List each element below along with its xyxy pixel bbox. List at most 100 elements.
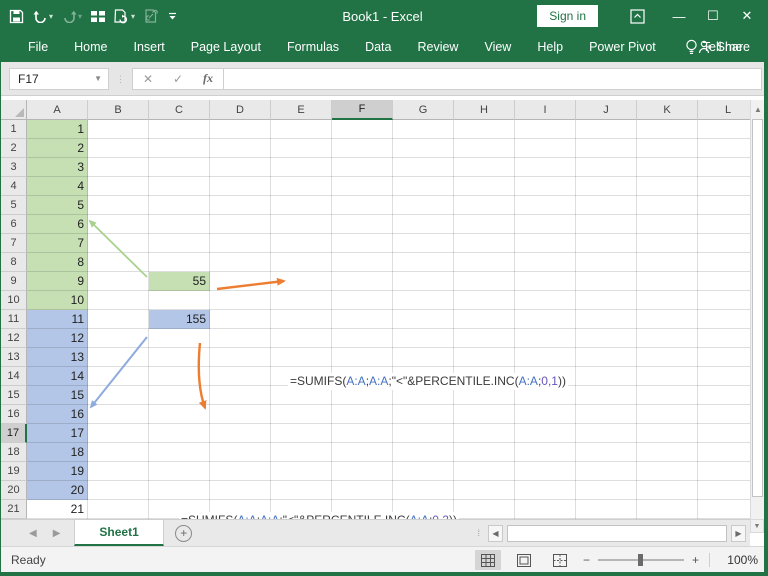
sheet-tab-sheet1[interactable]: Sheet1 bbox=[74, 520, 164, 546]
scroll-down-icon[interactable]: ▼ bbox=[750, 519, 764, 533]
cell-a2[interactable]: 2 bbox=[27, 139, 88, 158]
column-header-j[interactable]: J bbox=[576, 100, 637, 120]
row-header-5[interactable]: 5 bbox=[1, 196, 27, 215]
zoom-slider[interactable] bbox=[597, 554, 684, 566]
column-header-k[interactable]: K bbox=[637, 100, 698, 120]
new-sheet-button[interactable]: + bbox=[164, 520, 204, 546]
normal-view-button[interactable] bbox=[474, 550, 501, 570]
cell-a10[interactable]: 10 bbox=[27, 291, 88, 310]
cell-a9[interactable]: 9 bbox=[27, 272, 88, 291]
row-header-20[interactable]: 20 bbox=[1, 481, 27, 500]
spreadsheet-grid[interactable]: ABCDEFGHIJKL 1 2 3 4 5 6 7 8 9 10 11 12 13 14 15 16 17 18… bbox=[1, 100, 764, 546]
insert-function-icon[interactable]: fx bbox=[193, 71, 223, 86]
tab-home[interactable]: Home bbox=[61, 32, 120, 62]
row-header-3[interactable]: 3 bbox=[1, 158, 27, 177]
cell-a20[interactable]: 20 bbox=[27, 481, 88, 500]
row-header-17[interactable]: 17 bbox=[1, 424, 27, 443]
tab-share[interactable]: Share bbox=[698, 32, 750, 62]
tab-page-layout[interactable]: Page Layout bbox=[178, 32, 274, 62]
tab-power-pivot[interactable]: Power Pivot bbox=[576, 32, 669, 62]
row-header-9[interactable]: 9 bbox=[1, 272, 27, 291]
row-header-19[interactable]: 19 bbox=[1, 462, 27, 481]
row-header-13[interactable]: 13 bbox=[1, 348, 27, 367]
row-header-4[interactable]: 4 bbox=[1, 177, 27, 196]
cell-c11[interactable]: 155 bbox=[149, 310, 210, 329]
cancel-icon[interactable]: ✕ bbox=[133, 72, 163, 86]
scroll-left-icon[interactable]: ◀ bbox=[488, 524, 503, 542]
row-header-21[interactable]: 21 bbox=[1, 500, 27, 519]
cell-a21[interactable]: 21 bbox=[27, 500, 88, 519]
zoom-in-icon[interactable]: + bbox=[692, 553, 699, 567]
row-header-7[interactable]: 7 bbox=[1, 234, 27, 253]
cell-a3[interactable]: 3 bbox=[27, 158, 88, 177]
horizontal-scroll-thumb[interactable] bbox=[507, 524, 727, 542]
cell-a6[interactable]: 6 bbox=[27, 215, 88, 234]
column-header-g[interactable]: G bbox=[393, 100, 454, 120]
cell-a11[interactable]: 11 bbox=[27, 310, 88, 329]
row-header-14[interactable]: 14 bbox=[1, 367, 27, 386]
row-header-12[interactable]: 12 bbox=[1, 329, 27, 348]
row-header-8[interactable]: 8 bbox=[1, 253, 27, 272]
sheet-nav-left-icon[interactable]: ◀ bbox=[29, 528, 37, 539]
enter-icon[interactable]: ✓ bbox=[163, 72, 193, 86]
formula-bar-handle[interactable]: ⋮ bbox=[116, 74, 125, 83]
ribbon-display-options-icon[interactable] bbox=[620, 0, 654, 32]
sheet-nav-right-icon[interactable]: ▶ bbox=[53, 528, 61, 539]
column-header-d[interactable]: D bbox=[210, 100, 271, 120]
cell-a12[interactable]: 12 bbox=[27, 329, 88, 348]
tab-data[interactable]: Data bbox=[352, 32, 404, 62]
vertical-scrollbar[interactable]: ▲ bbox=[750, 100, 764, 533]
column-header-b[interactable]: B bbox=[88, 100, 149, 120]
tab-insert[interactable]: Insert bbox=[121, 32, 178, 62]
page-layout-view-button[interactable] bbox=[511, 550, 537, 570]
cell-a19[interactable]: 19 bbox=[27, 462, 88, 481]
cell-a16[interactable]: 16 bbox=[27, 405, 88, 424]
tab-formulas[interactable]: Formulas bbox=[274, 32, 352, 62]
name-box-dropdown-icon[interactable]: ▼ bbox=[94, 74, 102, 83]
row-header-6[interactable]: 6 bbox=[1, 215, 27, 234]
row-header-11[interactable]: 11 bbox=[1, 310, 27, 329]
scroll-up-icon[interactable]: ▲ bbox=[751, 100, 764, 118]
cell-a13[interactable]: 13 bbox=[27, 348, 88, 367]
column-header-i[interactable]: I bbox=[515, 100, 576, 120]
column-header-c[interactable]: C bbox=[149, 100, 210, 120]
cell-c9[interactable]: 55 bbox=[149, 272, 210, 291]
formula-input[interactable] bbox=[224, 67, 762, 90]
tab-file[interactable]: File bbox=[15, 32, 61, 62]
column-header-a[interactable]: A bbox=[27, 100, 88, 120]
cell-a7[interactable]: 7 bbox=[27, 234, 88, 253]
row-header-15[interactable]: 15 bbox=[1, 386, 27, 405]
tab-view[interactable]: View bbox=[471, 32, 524, 62]
column-header-e[interactable]: E bbox=[271, 100, 332, 120]
column-header-f[interactable]: F bbox=[332, 100, 393, 120]
row-header-2[interactable]: 2 bbox=[1, 139, 27, 158]
cell-a8[interactable]: 8 bbox=[27, 253, 88, 272]
cell-a4[interactable]: 4 bbox=[27, 177, 88, 196]
close-button[interactable]: ✕ bbox=[730, 0, 764, 32]
cell-a14[interactable]: 14 bbox=[27, 367, 88, 386]
tab-review[interactable]: Review bbox=[404, 32, 471, 62]
cell-a1[interactable]: 1 bbox=[27, 120, 88, 139]
row-header-1[interactable]: 1 bbox=[1, 120, 27, 139]
row-header-18[interactable]: 18 bbox=[1, 443, 27, 462]
cell-a5[interactable]: 5 bbox=[27, 196, 88, 215]
sign-in-button[interactable]: Sign in bbox=[537, 5, 598, 27]
column-header-h[interactable]: H bbox=[454, 100, 515, 120]
hscroll-handle[interactable]: ⁞ bbox=[477, 528, 480, 538]
tab-help[interactable]: Help bbox=[524, 32, 576, 62]
page-break-view-button[interactable] bbox=[547, 550, 573, 570]
cell-a18[interactable]: 18 bbox=[27, 443, 88, 462]
cell-a17[interactable]: 17 bbox=[27, 424, 88, 443]
row-header-16[interactable]: 16 bbox=[1, 405, 27, 424]
minimize-button[interactable]: — bbox=[662, 0, 696, 32]
maximize-button[interactable]: ☐ bbox=[696, 0, 730, 32]
zoom-level[interactable]: 100% bbox=[720, 553, 758, 567]
vertical-scroll-thumb[interactable] bbox=[752, 119, 763, 497]
zoom-out-icon[interactable]: − bbox=[583, 553, 590, 567]
select-all-corner[interactable] bbox=[1, 100, 27, 120]
zoom-slider-thumb[interactable] bbox=[637, 554, 643, 566]
cell-a15[interactable]: 15 bbox=[27, 386, 88, 405]
row-header-10[interactable]: 10 bbox=[1, 291, 27, 310]
name-box[interactable]: F17 ▼ bbox=[9, 67, 109, 90]
scroll-right-icon[interactable]: ▶ bbox=[731, 524, 746, 542]
